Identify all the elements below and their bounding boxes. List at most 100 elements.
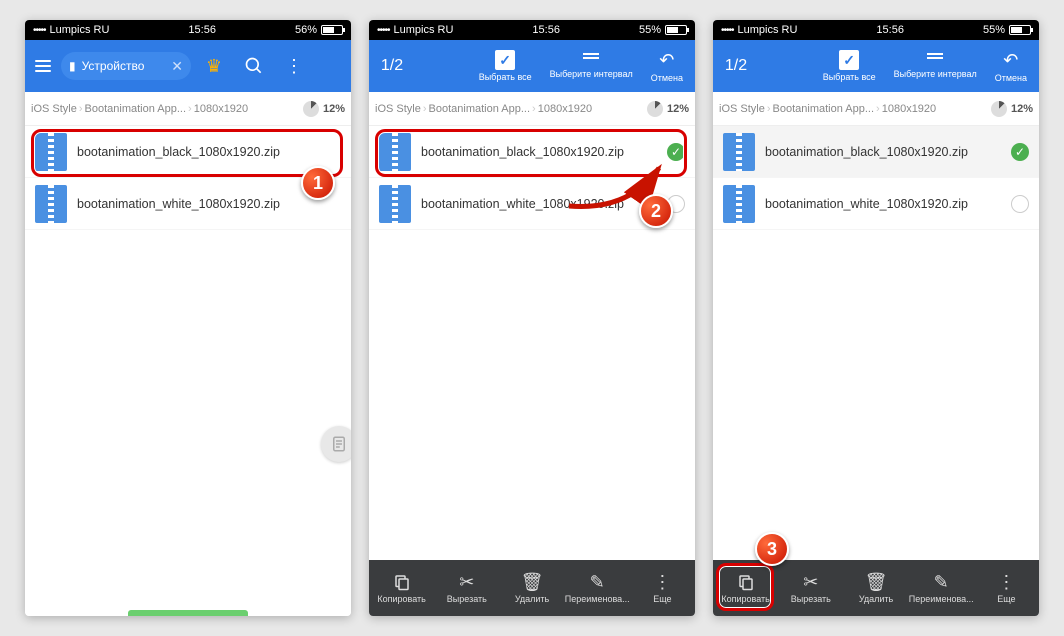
copy-icon — [393, 572, 411, 592]
breadcrumb-item[interactable]: 1080x1920 — [538, 103, 592, 115]
pie-icon — [303, 101, 319, 117]
tutorial-step-badge: 2 — [639, 194, 673, 228]
action-bottom-bar: Копировать ✂Вырезать 🗑Удалить ✎Переимено… — [713, 560, 1039, 616]
selection-toolbar: 1/2 ✓ Выбрать все Выберите интервал ↶ От… — [713, 40, 1039, 92]
file-name: bootanimation_white_1080x1920.zip — [77, 197, 280, 211]
copy-button[interactable]: Копировать — [713, 560, 778, 616]
selection-count: 1/2 — [719, 49, 753, 83]
pie-icon — [647, 101, 663, 117]
more-button[interactable]: ⋮Еще — [630, 560, 695, 616]
home-indicator — [128, 610, 248, 616]
breadcrumb-item[interactable]: iOS Style — [375, 103, 421, 115]
cut-button[interactable]: ✂Вырезать — [778, 560, 843, 616]
action-bottom-bar: Копировать ✂Вырезать 🗑Удалить ✎Переимено… — [369, 560, 695, 616]
file-list: bootanimation_black_1080x1920.zip bootan… — [25, 126, 351, 616]
tutorial-step-badge: 1 — [301, 166, 335, 200]
file-list: bootanimation_black_1080x1920.zip ✓ boot… — [369, 126, 695, 560]
battery-icon — [1009, 25, 1031, 35]
cancel-button[interactable]: ↶ Отмена — [989, 50, 1033, 83]
file-row[interactable]: bootanimation_black_1080x1920.zip ✓ — [369, 126, 695, 178]
select-range-button[interactable]: Выберите интервал — [888, 53, 983, 79]
phone-screen-1: Lumpics RU 15:56 56% ▮ Устройство ✕ ♛ ⋮ … — [25, 20, 351, 616]
selection-count: 1/2 — [375, 49, 409, 83]
file-row[interactable]: bootanimation_black_1080x1920.zip ✓ — [713, 126, 1039, 178]
breadcrumb: iOS Style › Bootanimation App... › 1080x… — [713, 92, 1039, 126]
delete-button[interactable]: 🗑Удалить — [499, 560, 564, 616]
trash-icon: 🗑 — [521, 572, 544, 592]
signal-dots-icon — [377, 24, 390, 36]
breadcrumb: iOS Style › Bootanimation App... › 1080x… — [369, 92, 695, 126]
breadcrumb-item[interactable]: Bootanimation App... — [85, 103, 187, 115]
bookmark-icon: ▮ — [69, 59, 76, 73]
more-vertical-icon: ⋮ — [997, 572, 1015, 592]
phone-screen-3: Lumpics RU 15:56 55% 1/2 ✓ Выбрать все В… — [713, 20, 1039, 616]
clock-label: 15:56 — [532, 24, 560, 36]
rename-button[interactable]: ✎Переименова... — [909, 560, 974, 616]
more-button[interactable]: ⋮Еще — [974, 560, 1039, 616]
signal-dots-icon — [33, 24, 46, 36]
file-name: bootanimation_black_1080x1920.zip — [765, 145, 968, 159]
breadcrumb: iOS Style › Bootanimation App... › 1080x… — [25, 92, 351, 126]
select-all-button[interactable]: ✓ Выбрать все — [817, 50, 882, 82]
trash-icon: 🗑 — [865, 572, 888, 592]
battery-percent: 56% — [295, 24, 317, 36]
more-vertical-icon[interactable]: ⋮ — [277, 49, 311, 83]
signal-dots-icon — [721, 24, 734, 36]
checked-icon[interactable]: ✓ — [667, 143, 685, 161]
chevron-right-icon: › — [532, 103, 536, 115]
crown-icon[interactable]: ♛ — [197, 49, 231, 83]
phone-screen-2: Lumpics RU 15:56 55% 1/2 ✓ Выбрать все В… — [369, 20, 695, 616]
clipboard-fab[interactable] — [321, 426, 351, 462]
pie-icon — [991, 101, 1007, 117]
battery-percent: 55% — [639, 24, 661, 36]
clock-label: 15:56 — [876, 24, 904, 36]
file-name: bootanimation_white_1080x1920.zip — [765, 197, 968, 211]
swap-icon — [581, 53, 601, 67]
undo-icon: ↶ — [659, 50, 674, 71]
storage-indicator[interactable]: 12% — [647, 101, 689, 117]
location-chip[interactable]: ▮ Устройство ✕ — [61, 52, 191, 80]
close-icon[interactable]: ✕ — [171, 58, 183, 75]
file-row[interactable]: bootanimation_white_1080x1920.zip — [713, 178, 1039, 230]
search-icon[interactable] — [237, 49, 271, 83]
battery-percent: 55% — [983, 24, 1005, 36]
breadcrumb-item[interactable]: iOS Style — [719, 103, 765, 115]
breadcrumb-item[interactable]: Bootanimation App... — [773, 103, 875, 115]
chip-label: Устройство — [82, 59, 145, 73]
hamburger-menu-icon[interactable] — [31, 56, 55, 76]
swap-icon — [925, 53, 945, 67]
more-vertical-icon: ⋮ — [653, 572, 671, 592]
select-all-button[interactable]: ✓ Выбрать все — [473, 50, 538, 82]
file-row[interactable]: bootanimation_black_1080x1920.zip — [25, 126, 351, 178]
breadcrumb-item[interactable]: 1080x1920 — [882, 103, 936, 115]
zip-file-icon — [35, 185, 67, 223]
status-bar: Lumpics RU 15:56 55% — [713, 20, 1039, 40]
file-name: bootanimation_black_1080x1920.zip — [421, 145, 624, 159]
breadcrumb-item[interactable]: Bootanimation App... — [429, 103, 531, 115]
app-toolbar: ▮ Устройство ✕ ♛ ⋮ — [25, 40, 351, 92]
checked-icon[interactable]: ✓ — [1011, 143, 1029, 161]
pencil-icon: ✎ — [934, 572, 949, 592]
breadcrumb-item[interactable]: iOS Style — [31, 103, 77, 115]
cancel-button[interactable]: ↶ Отмена — [645, 50, 689, 83]
checkbox-icon: ✓ — [839, 50, 859, 70]
checkbox-icon: ✓ — [495, 50, 515, 70]
zip-file-icon — [723, 185, 755, 223]
chevron-right-icon: › — [188, 103, 192, 115]
file-list: bootanimation_black_1080x1920.zip ✓ boot… — [713, 126, 1039, 560]
chevron-right-icon: › — [423, 103, 427, 115]
rename-button[interactable]: ✎Переименова... — [565, 560, 630, 616]
zip-file-icon — [379, 185, 411, 223]
carrier-label: Lumpics RU — [738, 24, 798, 36]
unchecked-icon[interactable] — [1011, 195, 1029, 213]
select-range-button[interactable]: Выберите интервал — [544, 53, 639, 79]
storage-indicator[interactable]: 12% — [303, 101, 345, 117]
delete-button[interactable]: 🗑Удалить — [843, 560, 908, 616]
cut-button[interactable]: ✂Вырезать — [434, 560, 499, 616]
copy-icon — [737, 572, 755, 592]
copy-button[interactable]: Копировать — [369, 560, 434, 616]
zip-file-icon — [379, 133, 411, 171]
status-bar: Lumpics RU 15:56 56% — [25, 20, 351, 40]
breadcrumb-item[interactable]: 1080x1920 — [194, 103, 248, 115]
storage-indicator[interactable]: 12% — [991, 101, 1033, 117]
